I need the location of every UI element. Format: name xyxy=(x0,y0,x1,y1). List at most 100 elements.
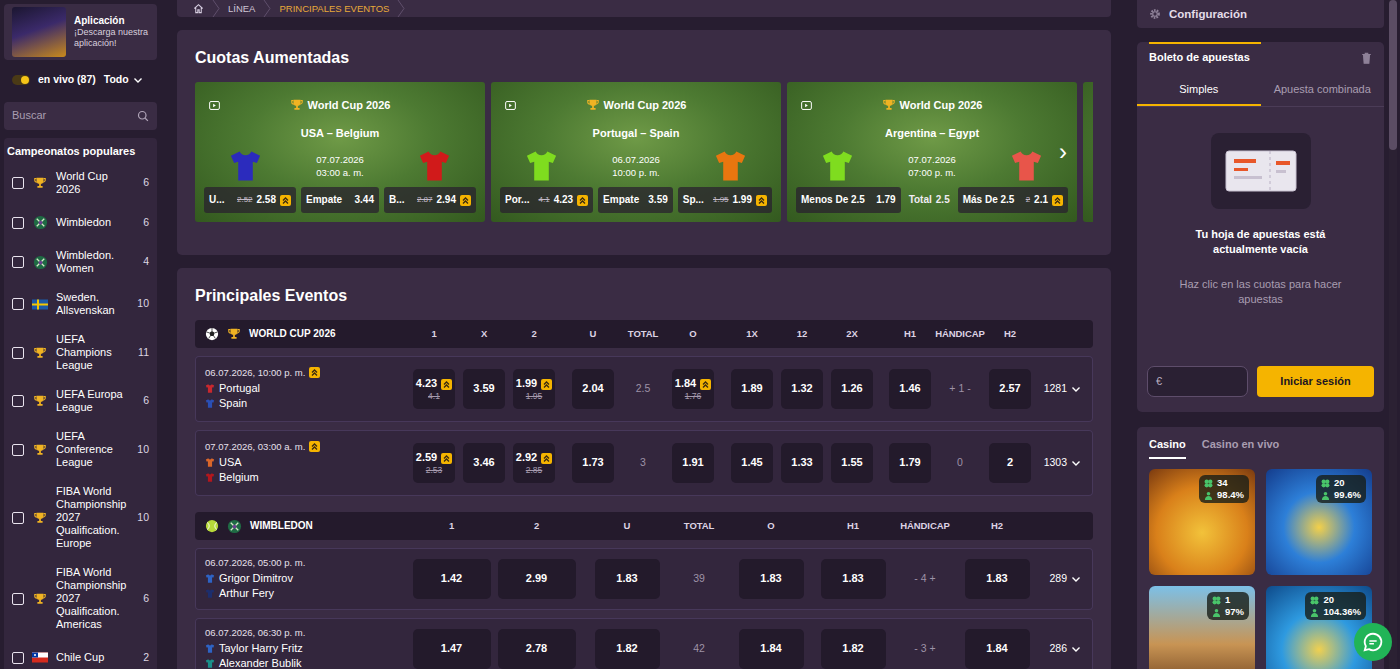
sidebar-item[interactable]: FIBA World Championship 2027 Qualificati… xyxy=(4,561,157,636)
odds-button[interactable]: 1.46 xyxy=(889,369,931,409)
scrollbar[interactable] xyxy=(1389,0,1397,669)
stake-field[interactable]: € xyxy=(1147,366,1248,397)
more-markets[interactable]: 1303 xyxy=(1035,456,1093,469)
boosted-card[interactable]: World Cup 2026USA – Belgium07.07.202603:… xyxy=(195,82,485,222)
checkbox[interactable] xyxy=(12,217,24,229)
more-markets[interactable]: 1281 xyxy=(1035,382,1093,395)
odds-button[interactable]: Más De 2.522.1 xyxy=(958,187,1068,213)
odds-button[interactable]: 1.91 xyxy=(672,443,714,483)
odds-button[interactable]: 1.26 xyxy=(831,369,873,409)
odds-button[interactable]: 1.79 xyxy=(889,443,931,483)
odds-button[interactable]: 2.57 xyxy=(989,369,1031,409)
odds-button[interactable]: 2 xyxy=(989,443,1031,483)
column-header: O xyxy=(668,328,718,340)
checkbox[interactable] xyxy=(12,444,24,456)
odds-button[interactable]: Sp...1.951.99 xyxy=(678,187,772,213)
checkbox[interactable] xyxy=(12,177,24,189)
odds-button[interactable]: 1.32 xyxy=(781,369,823,409)
scrollbar-thumb[interactable] xyxy=(1389,0,1397,150)
bet-type-tab[interactable]: Apuesta combinada xyxy=(1261,74,1385,106)
odds-button[interactable]: 1.83 xyxy=(595,559,660,599)
odds-button[interactable]: 1.84 xyxy=(739,629,804,669)
checkbox[interactable] xyxy=(12,347,24,359)
breadcrumb-item[interactable]: PRINCIPALES EVENTOS xyxy=(279,3,389,15)
odds-button[interactable]: 1.89 xyxy=(731,369,773,409)
live-filter-value[interactable]: Todo xyxy=(104,73,129,86)
odds-button[interactable]: Menos De 2.51.79 xyxy=(796,187,901,213)
odds-button[interactable]: Empate3.44 xyxy=(301,187,379,213)
game-tile[interactable]: 197% xyxy=(1149,586,1255,669)
checkbox[interactable] xyxy=(12,652,24,664)
boosted-card[interactable]: World Cup 2026Portugal – Spain06.07.2026… xyxy=(491,82,781,222)
next-arrow[interactable]: › xyxy=(1059,140,1067,164)
odds-button[interactable]: 2.99 xyxy=(498,559,576,599)
sidebar-item[interactable]: Wimbledon. Women4 xyxy=(4,244,157,280)
checkbox[interactable] xyxy=(12,512,24,524)
video-icon[interactable] xyxy=(796,101,816,110)
checkbox[interactable] xyxy=(12,593,24,605)
sidebar-item[interactable]: Sweden. Allsvenskan10 xyxy=(4,286,157,322)
sidebar-item[interactable]: Chile Cup2 xyxy=(4,642,157,669)
sidebar-item[interactable]: UEFA Champions League11 xyxy=(4,328,157,377)
sidebar-item[interactable]: Wimbledon6 xyxy=(4,207,157,238)
odds-button[interactable]: 1.83 xyxy=(739,559,804,599)
odds-button[interactable]: 1.83 xyxy=(965,559,1030,599)
odds-button[interactable]: U...2.522.58 xyxy=(204,187,296,213)
odds-button[interactable]: 1.82 xyxy=(821,629,886,669)
casino-tab[interactable]: Casino en vivo xyxy=(1202,430,1280,459)
sidebar-item[interactable]: UEFA Conference League10 xyxy=(4,425,157,474)
video-icon[interactable] xyxy=(500,101,520,110)
more-markets[interactable]: 286 xyxy=(1033,642,1093,655)
sidebar-item[interactable]: World Cup 20266 xyxy=(4,165,157,201)
app-promo[interactable]: Aplicación¡Descarga nuestra aplicación! xyxy=(4,4,157,60)
odds-button[interactable]: 1.83 xyxy=(821,559,886,599)
checkbox[interactable] xyxy=(12,298,24,310)
checkbox[interactable] xyxy=(12,395,24,407)
odds-button[interactable]: 1.73 xyxy=(572,443,614,483)
sidebar-item[interactable]: FIBA World Championship 2027 Qualificati… xyxy=(4,480,157,555)
video-icon[interactable] xyxy=(204,101,224,110)
chevron-down-icon[interactable] xyxy=(133,75,143,85)
casino-tab[interactable]: Casino xyxy=(1149,430,1186,459)
checkbox[interactable] xyxy=(12,256,24,268)
game-tile[interactable]: 20104.36% xyxy=(1266,586,1372,669)
search-icon[interactable] xyxy=(137,110,149,122)
total-line: Total2.5 xyxy=(906,187,953,213)
home-icon[interactable] xyxy=(193,3,204,14)
odds-button[interactable]: 1.55 xyxy=(831,443,873,483)
odds-button[interactable]: 2.922.85 xyxy=(513,443,555,483)
sidebar-item[interactable]: UEFA Europa League6 xyxy=(4,383,157,419)
odds-button[interactable]: 3.59 xyxy=(463,369,505,409)
odds-button[interactable]: Empate3.59 xyxy=(598,187,673,213)
odds-button[interactable]: 2.78 xyxy=(498,629,576,669)
search-input[interactable] xyxy=(12,109,137,123)
more-markets[interactable]: 289 xyxy=(1033,572,1093,585)
odds-button[interactable]: 3.46 xyxy=(463,443,505,483)
odds-button[interactable]: 1.841.76 xyxy=(672,369,714,409)
odds-button[interactable]: 1.33 xyxy=(781,443,823,483)
odds-button[interactable]: B...2.872.94 xyxy=(384,187,476,213)
odds-button[interactable]: 4.234.1 xyxy=(413,369,455,409)
live-filter[interactable]: en vivo (87)Todo xyxy=(4,68,157,92)
breadcrumb-item[interactable]: LÍNEA xyxy=(228,3,255,15)
odds-button[interactable]: Por...4.14.23 xyxy=(500,187,593,213)
chat-icon[interactable] xyxy=(1354,623,1392,661)
boosted-card[interactable] xyxy=(1083,82,1093,222)
odds-button[interactable]: 1.45 xyxy=(731,443,773,483)
odds-button[interactable]: 1.47 xyxy=(413,629,491,669)
odds-button[interactable]: 2.592.53 xyxy=(413,443,455,483)
odds-button[interactable]: 2.04 xyxy=(572,369,614,409)
trash-icon[interactable] xyxy=(1361,52,1372,64)
odds-button[interactable]: 1.42 xyxy=(413,559,491,599)
odds-button[interactable]: 1.82 xyxy=(595,629,660,669)
login-button[interactable]: Iniciar sesión xyxy=(1257,366,1374,397)
settings-bar[interactable]: Configuración xyxy=(1137,0,1384,28)
odds-button[interactable]: 1.84 xyxy=(965,629,1030,669)
odds-button[interactable]: 1.991.95 xyxy=(513,369,555,409)
boosted-card[interactable]: World Cup 2026Argentina – Egypt07.07.202… xyxy=(787,82,1077,222)
stake-input[interactable] xyxy=(1162,375,1239,389)
bet-type-tab[interactable]: Simples xyxy=(1137,74,1261,106)
game-tile[interactable]: 2099.6% xyxy=(1266,469,1372,575)
game-tile[interactable]: 3498.4% xyxy=(1149,469,1255,575)
live-toggle[interactable] xyxy=(12,75,30,85)
